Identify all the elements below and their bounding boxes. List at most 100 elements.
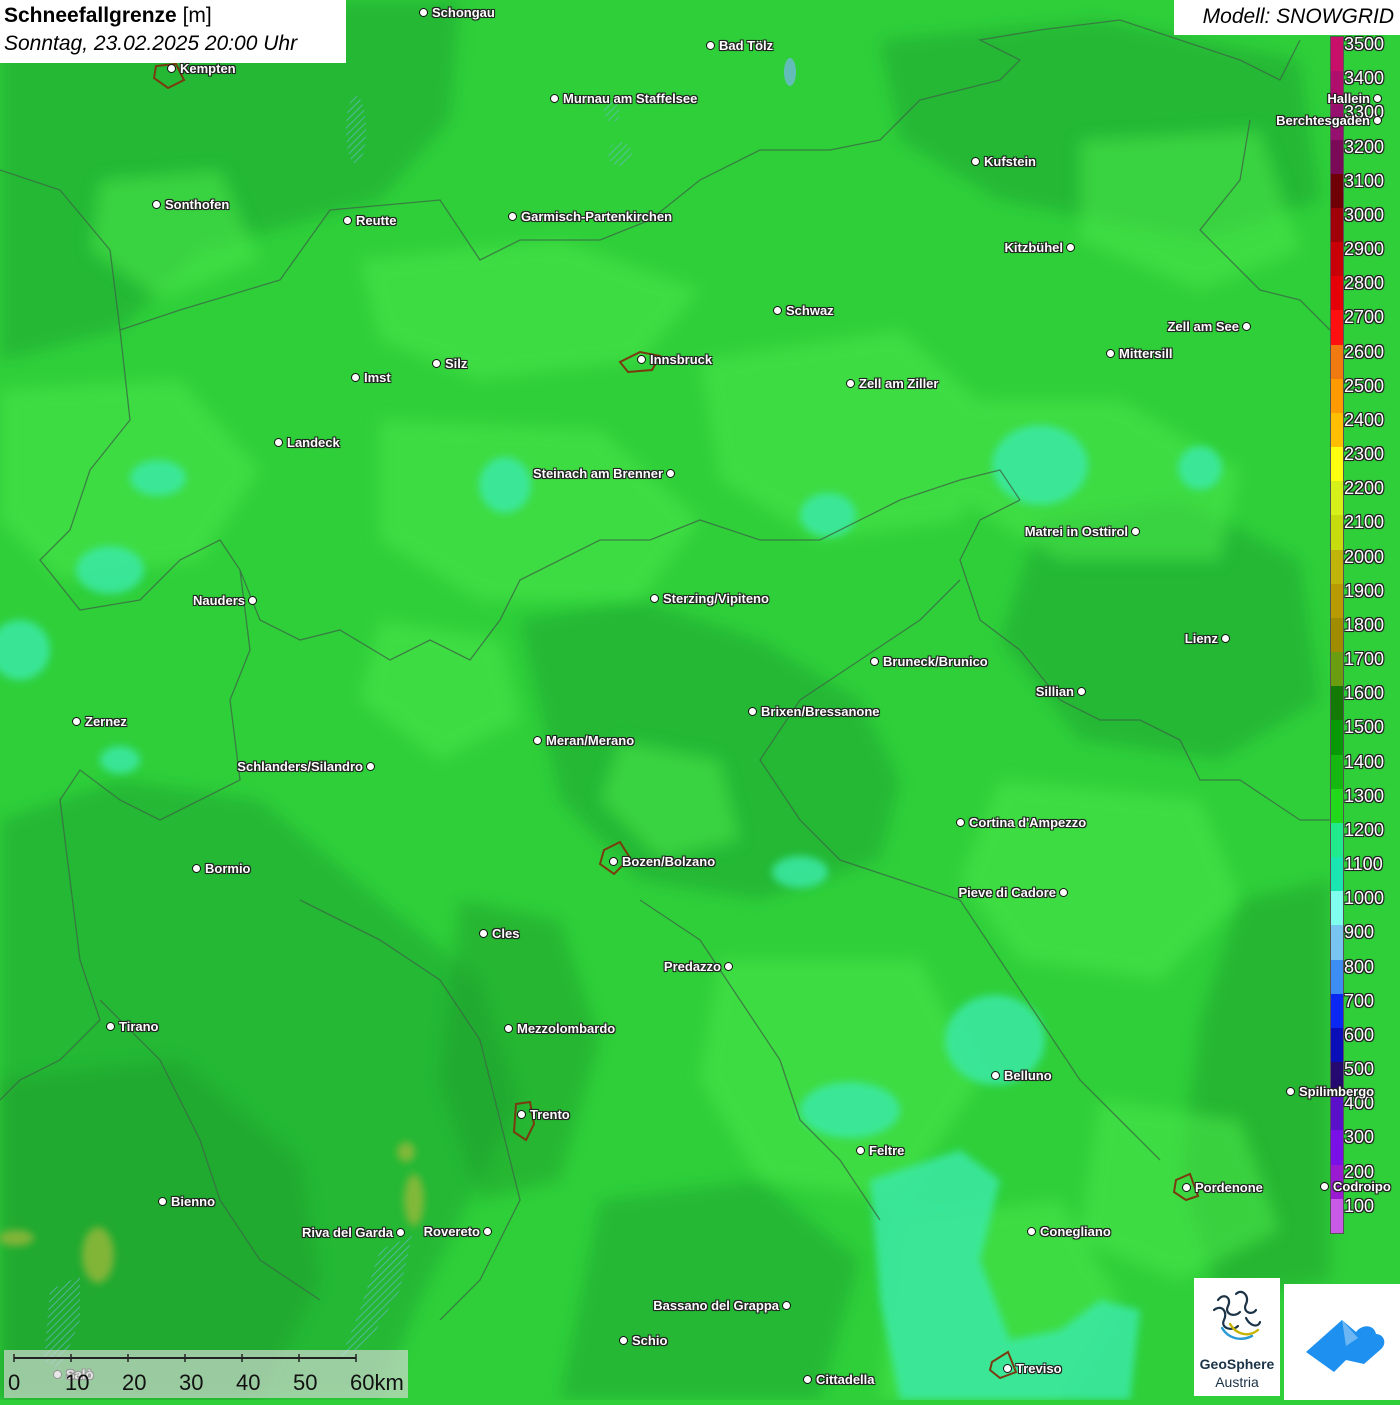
city-dot-icon: [1066, 243, 1075, 252]
scale-label: 10: [65, 1370, 90, 1395]
legend-swatch: [1331, 1130, 1343, 1166]
city-label: Sonthofen: [165, 197, 230, 212]
legend-swatch: [1331, 481, 1343, 516]
city-dot-icon: [419, 8, 428, 17]
scale-label: 0: [8, 1370, 21, 1395]
city-dot-icon: [192, 864, 201, 873]
city-label: Lienz: [1184, 631, 1218, 646]
city-label: Cittadella: [816, 1372, 875, 1387]
city-dot-icon: [1027, 1227, 1036, 1236]
city-dot-icon: [1003, 1364, 1012, 1373]
city-label: Schlanders/Silandro: [237, 759, 363, 774]
city-dot-icon: [158, 1197, 167, 1206]
geosphere-logo-country: Austria: [1215, 1374, 1259, 1390]
city-label: Bassano del Grappa: [653, 1298, 779, 1313]
legend-label: 3500: [1344, 34, 1385, 54]
city-dot-icon: [351, 373, 360, 382]
city-label: Pordenone: [1195, 1180, 1263, 1195]
legend-label: 3400: [1344, 68, 1385, 89]
legend-swatch: [1331, 720, 1343, 756]
city-label: Zell am See: [1167, 319, 1239, 334]
legend-label: 3000: [1344, 204, 1385, 225]
city-label: Imst: [364, 370, 391, 385]
city-dot-icon: [1131, 527, 1140, 536]
scale-label: 50: [293, 1370, 318, 1395]
legend-label: 2400: [1344, 409, 1385, 430]
city-label: Schwaz: [786, 303, 834, 318]
city-label: Schio: [632, 1333, 668, 1348]
city-label: Bad Tölz: [719, 38, 774, 53]
geosphere-logo-name: GeoSphere: [1199, 1356, 1275, 1372]
city-label: Feltre: [869, 1143, 905, 1158]
legend-label: 1600: [1344, 683, 1385, 704]
legend-label: 1100: [1344, 854, 1383, 875]
color-legend: [1330, 36, 1344, 1234]
city-dot-icon: [366, 762, 375, 771]
legend-label: 2000: [1344, 546, 1385, 567]
city-label: Tirano: [119, 1019, 159, 1034]
city-label: Kempten: [180, 61, 236, 76]
city-dot-icon: [508, 212, 517, 221]
legend-swatch: [1331, 822, 1343, 858]
city-dot-icon: [724, 962, 733, 971]
city-dot-icon: [396, 1228, 405, 1237]
scale-bar-ticks: [13, 1354, 357, 1362]
city-label: Innsbruck: [650, 352, 713, 367]
city-label: Predazzo: [663, 959, 721, 974]
legend-label: 800: [1344, 956, 1375, 977]
legend-label: 1700: [1344, 649, 1385, 670]
city-label: Rovereto: [423, 1224, 480, 1239]
legend-swatch: [1331, 37, 1343, 72]
city-label: Kufstein: [984, 154, 1036, 169]
city-dot-icon: [1286, 1087, 1295, 1096]
city-label: Sterzing/Vipiteno: [663, 591, 769, 606]
scale-label: 20: [122, 1370, 147, 1395]
city-label: Pieve di Cadore: [958, 885, 1056, 900]
legend-swatch: [1331, 447, 1343, 482]
scale-bar: 0 10 20 30 40 50 60km: [4, 1350, 408, 1398]
city-dot-icon: [152, 200, 161, 209]
legend-label: 1500: [1344, 717, 1385, 738]
city-dot-icon: [870, 657, 879, 666]
legend-swatch: [1331, 242, 1343, 277]
city-dot-icon: [533, 736, 542, 745]
legend-swatch: [1331, 1096, 1343, 1131]
map-title: Schneefallgrenze [m]: [4, 4, 212, 28]
city-dot-icon: [1373, 94, 1382, 103]
snow-cloud-icon: [1306, 1320, 1385, 1372]
city-label: Reutte: [356, 213, 397, 228]
legend-label: 2900: [1344, 239, 1385, 260]
legend-swatch: [1331, 857, 1343, 892]
legend-label: 1800: [1344, 614, 1385, 635]
scale-label: 40: [236, 1370, 261, 1395]
city-dot-icon: [1221, 634, 1230, 643]
city-dot-icon: [1320, 1182, 1329, 1191]
city-label: Trento: [530, 1107, 570, 1122]
legend-label: 500: [1344, 1059, 1375, 1080]
city-dot-icon: [666, 469, 675, 478]
city-label: Bozen/Bolzano: [622, 854, 716, 869]
city-label: Landeck: [287, 435, 340, 450]
city-label: Schongau: [432, 5, 495, 20]
model-box: Modell: SNOWGRID: [1174, 0, 1400, 35]
legend-label: 2700: [1344, 307, 1385, 328]
city-label: Kitzbühel: [1004, 240, 1064, 255]
legend-swatch: [1331, 925, 1343, 961]
city-label: Zell am Ziller: [859, 376, 939, 391]
city-label: Zernez: [85, 714, 127, 729]
snow-cloud-logo: [1284, 1284, 1400, 1400]
city-dot-icon: [773, 306, 782, 315]
legend-swatch: [1331, 617, 1343, 653]
city-label: Bienno: [171, 1194, 216, 1209]
city-dot-icon: [748, 707, 757, 716]
legend-label: 2800: [1344, 273, 1385, 294]
parameter-name: Schneefallgrenze: [4, 4, 177, 27]
city-label: Nauders: [192, 593, 245, 608]
city-dot-icon: [1106, 349, 1115, 358]
scale-label: 30: [179, 1370, 204, 1395]
model-label: Modell: SNOWGRID: [1202, 5, 1394, 28]
city-dot-icon: [1059, 888, 1068, 897]
city-dot-icon: [971, 157, 980, 166]
legend-label: 3200: [1344, 136, 1385, 157]
legend-swatch: [1331, 276, 1343, 311]
